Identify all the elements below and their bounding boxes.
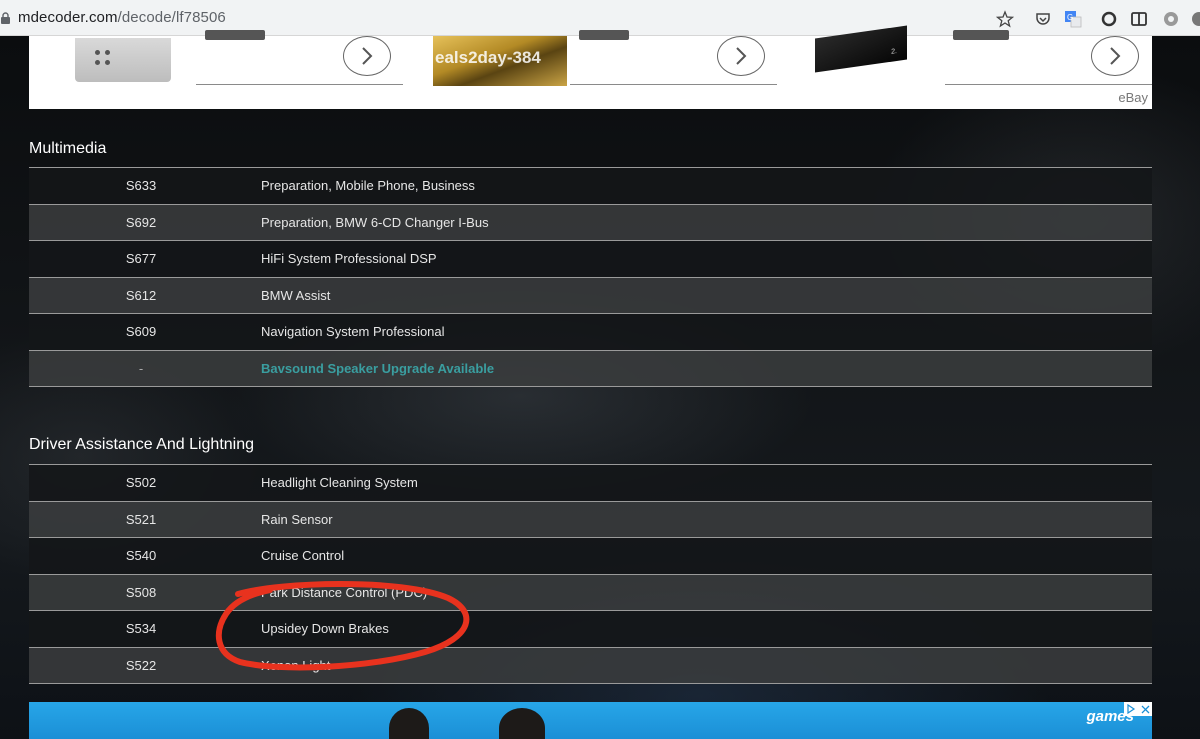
option-code: S521 (125, 511, 157, 527)
bottom-ad-banner[interactable]: games (29, 702, 1152, 739)
ad-figure-image (389, 708, 429, 739)
option-code: S609 (125, 324, 157, 340)
option-description: HiFi System Professional DSP (261, 251, 437, 267)
box-caption: 2. (891, 47, 897, 56)
price-text-stub (953, 30, 1009, 40)
next-arrow-button[interactable] (717, 36, 765, 76)
ebay-ad-carousel[interactable]: eals2day-384 2. eBay (29, 25, 1152, 109)
product-image[interactable]: eals2day-384 (433, 36, 567, 86)
table-row: S522 Xenon Light (29, 647, 1152, 684)
lock-icon (1, 12, 10, 24)
url-host: mdecoder.com (18, 9, 118, 26)
reader-view-icon[interactable] (1130, 10, 1148, 28)
profile-icon[interactable] (1190, 10, 1200, 28)
table-row: S677 HiFi System Professional DSP (29, 241, 1152, 278)
table-row: S612 BMW Assist (29, 277, 1152, 314)
option-description: Rain Sensor (261, 511, 333, 527)
option-description: Preparation, BMW 6-CD Changer I-Bus (261, 214, 489, 230)
option-code: S540 (125, 548, 157, 564)
divider (570, 84, 777, 85)
section-title-multimedia: Multimedia (29, 140, 107, 157)
table-row: S534 Upsidey Down Brakes (29, 611, 1152, 648)
divider (196, 84, 403, 85)
next-arrow-button[interactable] (343, 36, 391, 76)
option-code: S612 (125, 287, 157, 303)
ad-figure-image (499, 708, 545, 739)
table-row: S609 Navigation System Professional (29, 314, 1152, 351)
ad-choices-close-button[interactable] (1124, 702, 1152, 716)
extension-circle-icon[interactable] (1100, 10, 1118, 28)
translate-icon[interactable]: G (1064, 10, 1082, 28)
table-row: S540 Cruise Control (29, 538, 1152, 575)
table-row: S633 Preparation, Mobile Phone, Business (29, 168, 1152, 205)
speaker-upgrade-link[interactable]: Bavsound Speaker Upgrade Available (253, 361, 494, 376)
option-code: S677 (125, 251, 157, 267)
address-bar[interactable]: mdecoder.com/decode/lf78506 (18, 9, 226, 26)
options-table-multimedia: S633 Preparation, Mobile Phone, Business… (29, 167, 1152, 387)
option-code: - (138, 360, 144, 376)
chevron-right-icon (362, 47, 373, 65)
chevron-right-icon (1110, 47, 1121, 65)
ad-choices-icon (1127, 704, 1136, 714)
url-path: /decode/lf78506 (117, 9, 226, 26)
table-row: S502 Headlight Cleaning System (29, 465, 1152, 502)
option-description: Xenon Light (261, 657, 331, 673)
close-icon (1141, 705, 1150, 713)
table-row: S692 Preparation, BMW 6-CD Changer I-Bus (29, 204, 1152, 241)
option-description: Headlight Cleaning System (261, 475, 418, 491)
price-text-stub (579, 30, 629, 40)
next-arrow-button[interactable] (1091, 36, 1139, 76)
option-code: S522 (125, 657, 157, 673)
option-description: Preparation, Mobile Phone, Business (261, 178, 475, 194)
option-description: BMW Assist (261, 287, 331, 303)
option-description: Navigation System Professional (261, 324, 445, 340)
extension-disc-icon[interactable] (1162, 10, 1180, 28)
price-text-stub (205, 30, 265, 40)
bookmark-star-icon[interactable] (996, 10, 1014, 28)
table-row: S521 Rain Sensor (29, 501, 1152, 538)
option-code: S633 (125, 178, 157, 194)
ebay-label[interactable]: eBay (1118, 90, 1148, 105)
hard-drive-image[interactable] (75, 38, 171, 82)
pocket-icon[interactable] (1034, 10, 1052, 28)
option-code: S692 (125, 214, 157, 230)
watermark-text: eals2day-384 (435, 48, 541, 67)
chevron-right-icon (736, 47, 747, 65)
option-description: Upsidey Down Brakes (261, 621, 389, 637)
option-description: Cruise Control (261, 548, 345, 564)
option-code: S508 (125, 584, 157, 600)
option-description: Park Distance Control (PDC) (261, 584, 428, 600)
options-table-driver-assistance: S502 Headlight Cleaning System S521 Rain… (29, 464, 1152, 684)
option-code: S534 (125, 621, 157, 637)
option-code: S502 (125, 475, 157, 491)
section-title-driver-assistance: Driver Assistance And Lightning (29, 436, 255, 453)
divider (945, 84, 1152, 85)
svg-text:G: G (1067, 13, 1073, 22)
table-row: - Bavsound Speaker Upgrade Available (29, 350, 1152, 387)
table-row: S508 Park Distance Control (PDC) (29, 574, 1152, 611)
